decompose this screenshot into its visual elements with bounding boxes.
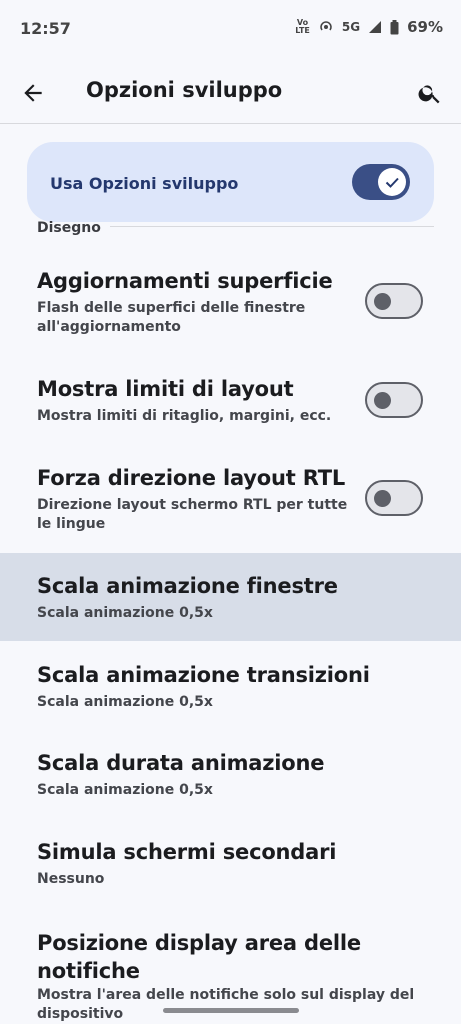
status-time: 12:57 (20, 19, 71, 38)
search-icon (418, 85, 440, 104)
setting-subtitle: Mostra limiti di ritaglio, margini, ecc. (37, 408, 332, 424)
setting-row-animator-duration-scale[interactable]: Scala durata animazione Scala animazione… (0, 731, 461, 817)
hotspot-icon (320, 21, 332, 31)
back-button[interactable] (20, 80, 46, 106)
volte-icon: Vo LTE (295, 18, 310, 35)
battery-percent: 69% (407, 18, 443, 36)
setting-title: Scala durata animazione (37, 751, 325, 775)
switch-knob (374, 293, 391, 310)
network-type: 5G (341, 20, 361, 34)
setting-row-surface-updates[interactable]: Aggiornamenti superficie Flash delle sup… (0, 255, 461, 353)
status-bar: 12:57 Vo LTE 5G 69% (0, 0, 461, 58)
use-developer-options-switch[interactable] (352, 164, 410, 200)
setting-title: Forza direzione layout RTL (37, 466, 346, 490)
header-divider (0, 123, 461, 124)
setting-row-layout-bounds[interactable]: Mostra limiti di layout Mostra limiti di… (0, 363, 461, 443)
rtl-switch[interactable] (365, 480, 423, 516)
setting-row-rtl[interactable]: Forza direzione layout RTL Direzione lay… (0, 452, 461, 550)
use-developer-options-label: Usa Opzioni sviluppo (50, 174, 239, 193)
status-icons: Vo LTE 5G 69% (295, 18, 443, 36)
setting-row-notification-display-position[interactable]: Posizione display area delle notifiche M… (0, 910, 461, 1024)
battery-icon (390, 19, 399, 34)
signal-icon (369, 21, 382, 33)
switch-knob (378, 168, 406, 196)
setting-subtitle: Nessuno (37, 871, 105, 887)
section-title-disegno: Disegno (37, 220, 101, 236)
setting-title: Mostra limiti di layout (37, 377, 294, 401)
setting-title: Simula schermi secondari (37, 840, 337, 864)
setting-subtitle: Mostra l'area delle notifiche solo sul d… (37, 987, 415, 1022)
setting-title: Scala animazione finestre (37, 574, 338, 598)
setting-subtitle: Direzione layout schermo RTL per tutte l… (37, 497, 348, 532)
setting-row-window-animation-scale[interactable]: Scala animazione finestre Scala animazio… (0, 553, 461, 641)
use-developer-options-card[interactable]: Usa Opzioni sviluppo (27, 142, 434, 222)
switch-knob (374, 392, 391, 409)
setting-row-simulate-secondary-displays[interactable]: Simula schermi secondari Nessuno (0, 820, 461, 906)
setting-subtitle: Scala animazione 0,5x (37, 605, 213, 621)
setting-title: Posizione display area delle notifiche (37, 931, 361, 983)
page-title: Opzioni sviluppo (86, 78, 283, 102)
switch-knob (374, 490, 391, 507)
setting-subtitle: Flash delle superfici delle finestre all… (37, 300, 306, 335)
setting-title: Scala animazione transizioni (37, 663, 370, 687)
setting-row-transition-animation-scale[interactable]: Scala animazione transizioni Scala anima… (0, 643, 461, 729)
setting-title: Aggiornamenti superficie (37, 269, 333, 293)
surface-updates-switch[interactable] (365, 283, 423, 319)
app-bar: Opzioni sviluppo (0, 62, 461, 124)
section-divider (110, 226, 434, 227)
gesture-nav-handle[interactable] (163, 1008, 299, 1013)
search-button[interactable] (417, 80, 443, 106)
setting-subtitle: Scala animazione 0,5x (37, 782, 213, 798)
layout-bounds-switch[interactable] (365, 382, 423, 418)
check-icon (385, 177, 399, 188)
arrow-back-icon (24, 84, 42, 102)
setting-subtitle: Scala animazione 0,5x (37, 694, 213, 710)
